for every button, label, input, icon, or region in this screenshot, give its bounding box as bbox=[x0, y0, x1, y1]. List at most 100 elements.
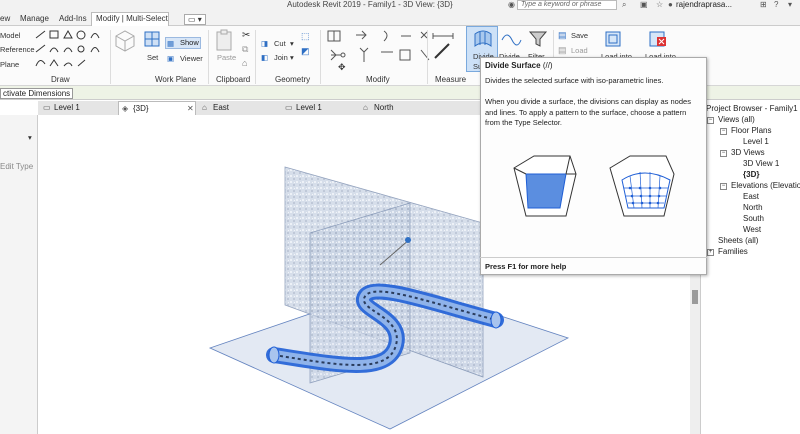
load-into-project-icon[interactable] bbox=[603, 29, 625, 51]
panel-modify: Modify bbox=[366, 75, 390, 84]
elevation-icon: ⌂ bbox=[363, 103, 368, 112]
tab-level-1-plan[interactable]: ▭ Level 1 bbox=[40, 101, 110, 115]
set-work-plane-icon[interactable] bbox=[143, 30, 161, 48]
set-button[interactable]: Set bbox=[147, 53, 158, 62]
search-icon[interactable]: ⌕ bbox=[622, 0, 626, 10]
viewer-button[interactable]: Viewer bbox=[180, 54, 203, 63]
tab-label: Level 1 bbox=[54, 103, 80, 112]
divide-surface-icon bbox=[474, 30, 492, 47]
panel-draw: Draw bbox=[51, 75, 70, 84]
model-line-label[interactable]: Model bbox=[0, 31, 20, 40]
tree-item-label: North bbox=[743, 203, 763, 212]
collapse-icon[interactable]: − bbox=[720, 183, 727, 190]
communication-icon[interactable]: ☆ bbox=[656, 0, 663, 9]
surface-unit-illustration bbox=[513, 155, 577, 217]
match-properties-icon[interactable]: ⌂ bbox=[242, 58, 247, 68]
chevron-down-icon[interactable]: ▾ bbox=[788, 0, 792, 9]
chevron-down-icon[interactable]: ▾ bbox=[290, 53, 294, 62]
show-label: Show bbox=[180, 38, 199, 47]
draw-tools-icon[interactable] bbox=[33, 28, 108, 72]
tab-add-ins[interactable]: Add-Ins bbox=[59, 14, 87, 23]
viewer-icon: ▣ bbox=[167, 54, 175, 63]
divided-surface-illustration bbox=[609, 155, 675, 217]
svg-text:✥: ✥ bbox=[338, 62, 346, 72]
plane-control-icon bbox=[405, 237, 411, 243]
contextual-toggle-icon[interactable]: ▭ ▾ bbox=[184, 14, 206, 25]
measure-icon[interactable] bbox=[431, 30, 459, 70]
tooltip-shortcut: (//) bbox=[542, 61, 553, 70]
tree-item-label: Elevations (Elevation bbox=[731, 181, 800, 190]
cut-scissors-icon[interactable]: ✂ bbox=[242, 30, 250, 41]
load-button[interactable]: Load bbox=[571, 46, 588, 55]
separator bbox=[320, 30, 321, 84]
close-icon[interactable]: ✕ bbox=[187, 102, 194, 116]
grid-icon: ▦ bbox=[167, 39, 175, 48]
cut-button[interactable]: Cut bbox=[274, 39, 286, 48]
scrollbar-thumb[interactable] bbox=[692, 290, 698, 304]
join-button[interactable]: Join bbox=[274, 53, 288, 62]
tooltip-divider bbox=[480, 257, 707, 258]
panel-work-plane: Work Plane bbox=[155, 75, 197, 84]
tab-level-1[interactable]: ▭ Level 1 bbox=[282, 101, 357, 115]
3d-view-icon: ◈ bbox=[122, 104, 129, 113]
tooltip-help: Press F1 for more help bbox=[485, 262, 567, 271]
expand-icon[interactable]: + bbox=[707, 249, 714, 256]
collapse-icon[interactable]: − bbox=[720, 150, 727, 157]
activate-dimensions-button[interactable]: ctivate Dimensions bbox=[0, 88, 74, 99]
separator bbox=[427, 30, 428, 84]
collapse-icon[interactable]: − bbox=[720, 128, 727, 135]
tab-label: Level 1 bbox=[296, 103, 322, 112]
wireframe-cube-icon[interactable] bbox=[112, 28, 138, 54]
plane-label[interactable]: Plane bbox=[0, 60, 19, 69]
chevron-down-icon[interactable]: ▾ bbox=[290, 39, 294, 48]
collapse-icon[interactable]: − bbox=[707, 117, 714, 124]
tab-east[interactable]: ⌂ East bbox=[199, 101, 279, 115]
panel-geometry: Geometry bbox=[275, 75, 311, 84]
join-geometry-icon[interactable]: ◧ bbox=[261, 53, 268, 62]
panel-measure: Measure bbox=[435, 75, 467, 84]
tree-item-label: Level 1 bbox=[743, 137, 769, 146]
divide-path-icon[interactable] bbox=[500, 30, 522, 46]
cart-icon[interactable]: ⊞ bbox=[760, 0, 767, 9]
chevron-down-icon[interactable]: ▾ bbox=[28, 133, 32, 142]
help-icon[interactable]: ? bbox=[774, 0, 778, 9]
tab-3d-view[interactable]: ◈ {3D} ✕ bbox=[118, 101, 196, 115]
tab-manage[interactable]: Manage bbox=[20, 14, 49, 23]
tab-modify-multi-select[interactable]: Modify | Multi-Select bbox=[96, 14, 168, 23]
user-icon: ● bbox=[668, 0, 673, 9]
tab-view[interactable]: ew bbox=[0, 14, 10, 23]
separator bbox=[255, 30, 256, 84]
save-button[interactable]: Save bbox=[571, 31, 588, 40]
paste-button[interactable]: Paste bbox=[217, 53, 236, 62]
user-name[interactable]: rajendraprasa... bbox=[676, 0, 732, 9]
edit-type-button[interactable]: Edit Type bbox=[0, 162, 33, 171]
load-icon[interactable]: ▤ bbox=[558, 45, 567, 56]
tab-label: North bbox=[374, 103, 394, 112]
split-face-icon[interactable]: ◩ bbox=[301, 46, 310, 57]
copy-icon[interactable]: ⧉ bbox=[242, 44, 248, 55]
filter-icon[interactable] bbox=[528, 29, 548, 49]
reference-line-label[interactable]: Reference bbox=[0, 45, 35, 54]
unjoin-icon[interactable]: ⬚ bbox=[301, 31, 310, 42]
paste-icon[interactable] bbox=[214, 28, 236, 54]
sweep-start-profile bbox=[268, 346, 280, 364]
sweep-end-profile bbox=[490, 311, 502, 329]
save-icon[interactable]: ▤ bbox=[558, 30, 567, 41]
tab-label: East bbox=[213, 103, 230, 112]
floor-plan-icon: ▭ bbox=[285, 103, 293, 112]
tab-label: {3D} bbox=[133, 104, 149, 113]
tooltip-title: Divide Surface (//) bbox=[485, 61, 553, 70]
subscription-icon[interactable]: ▣ bbox=[640, 0, 648, 9]
binoculars-icon[interactable]: ◉ bbox=[508, 0, 515, 9]
tree-item-label: East bbox=[743, 192, 760, 201]
modify-tools-icon[interactable]: ✥ bbox=[326, 28, 446, 72]
tree-item-label: 3D Views bbox=[731, 148, 765, 157]
tab-north[interactable]: ⌂ North bbox=[360, 101, 440, 115]
elevation-icon: ⌂ bbox=[202, 103, 207, 112]
cut-geometry-icon[interactable]: ◨ bbox=[261, 39, 268, 48]
panel-clipboard-label: Clipboard bbox=[216, 75, 251, 84]
load-into-project-close-icon[interactable] bbox=[647, 29, 669, 51]
search-input[interactable]: Type a keyword or phrase bbox=[517, 0, 617, 10]
tooltip-illustration bbox=[513, 155, 675, 217]
tree-item-label: 3D View 1 bbox=[743, 159, 780, 168]
